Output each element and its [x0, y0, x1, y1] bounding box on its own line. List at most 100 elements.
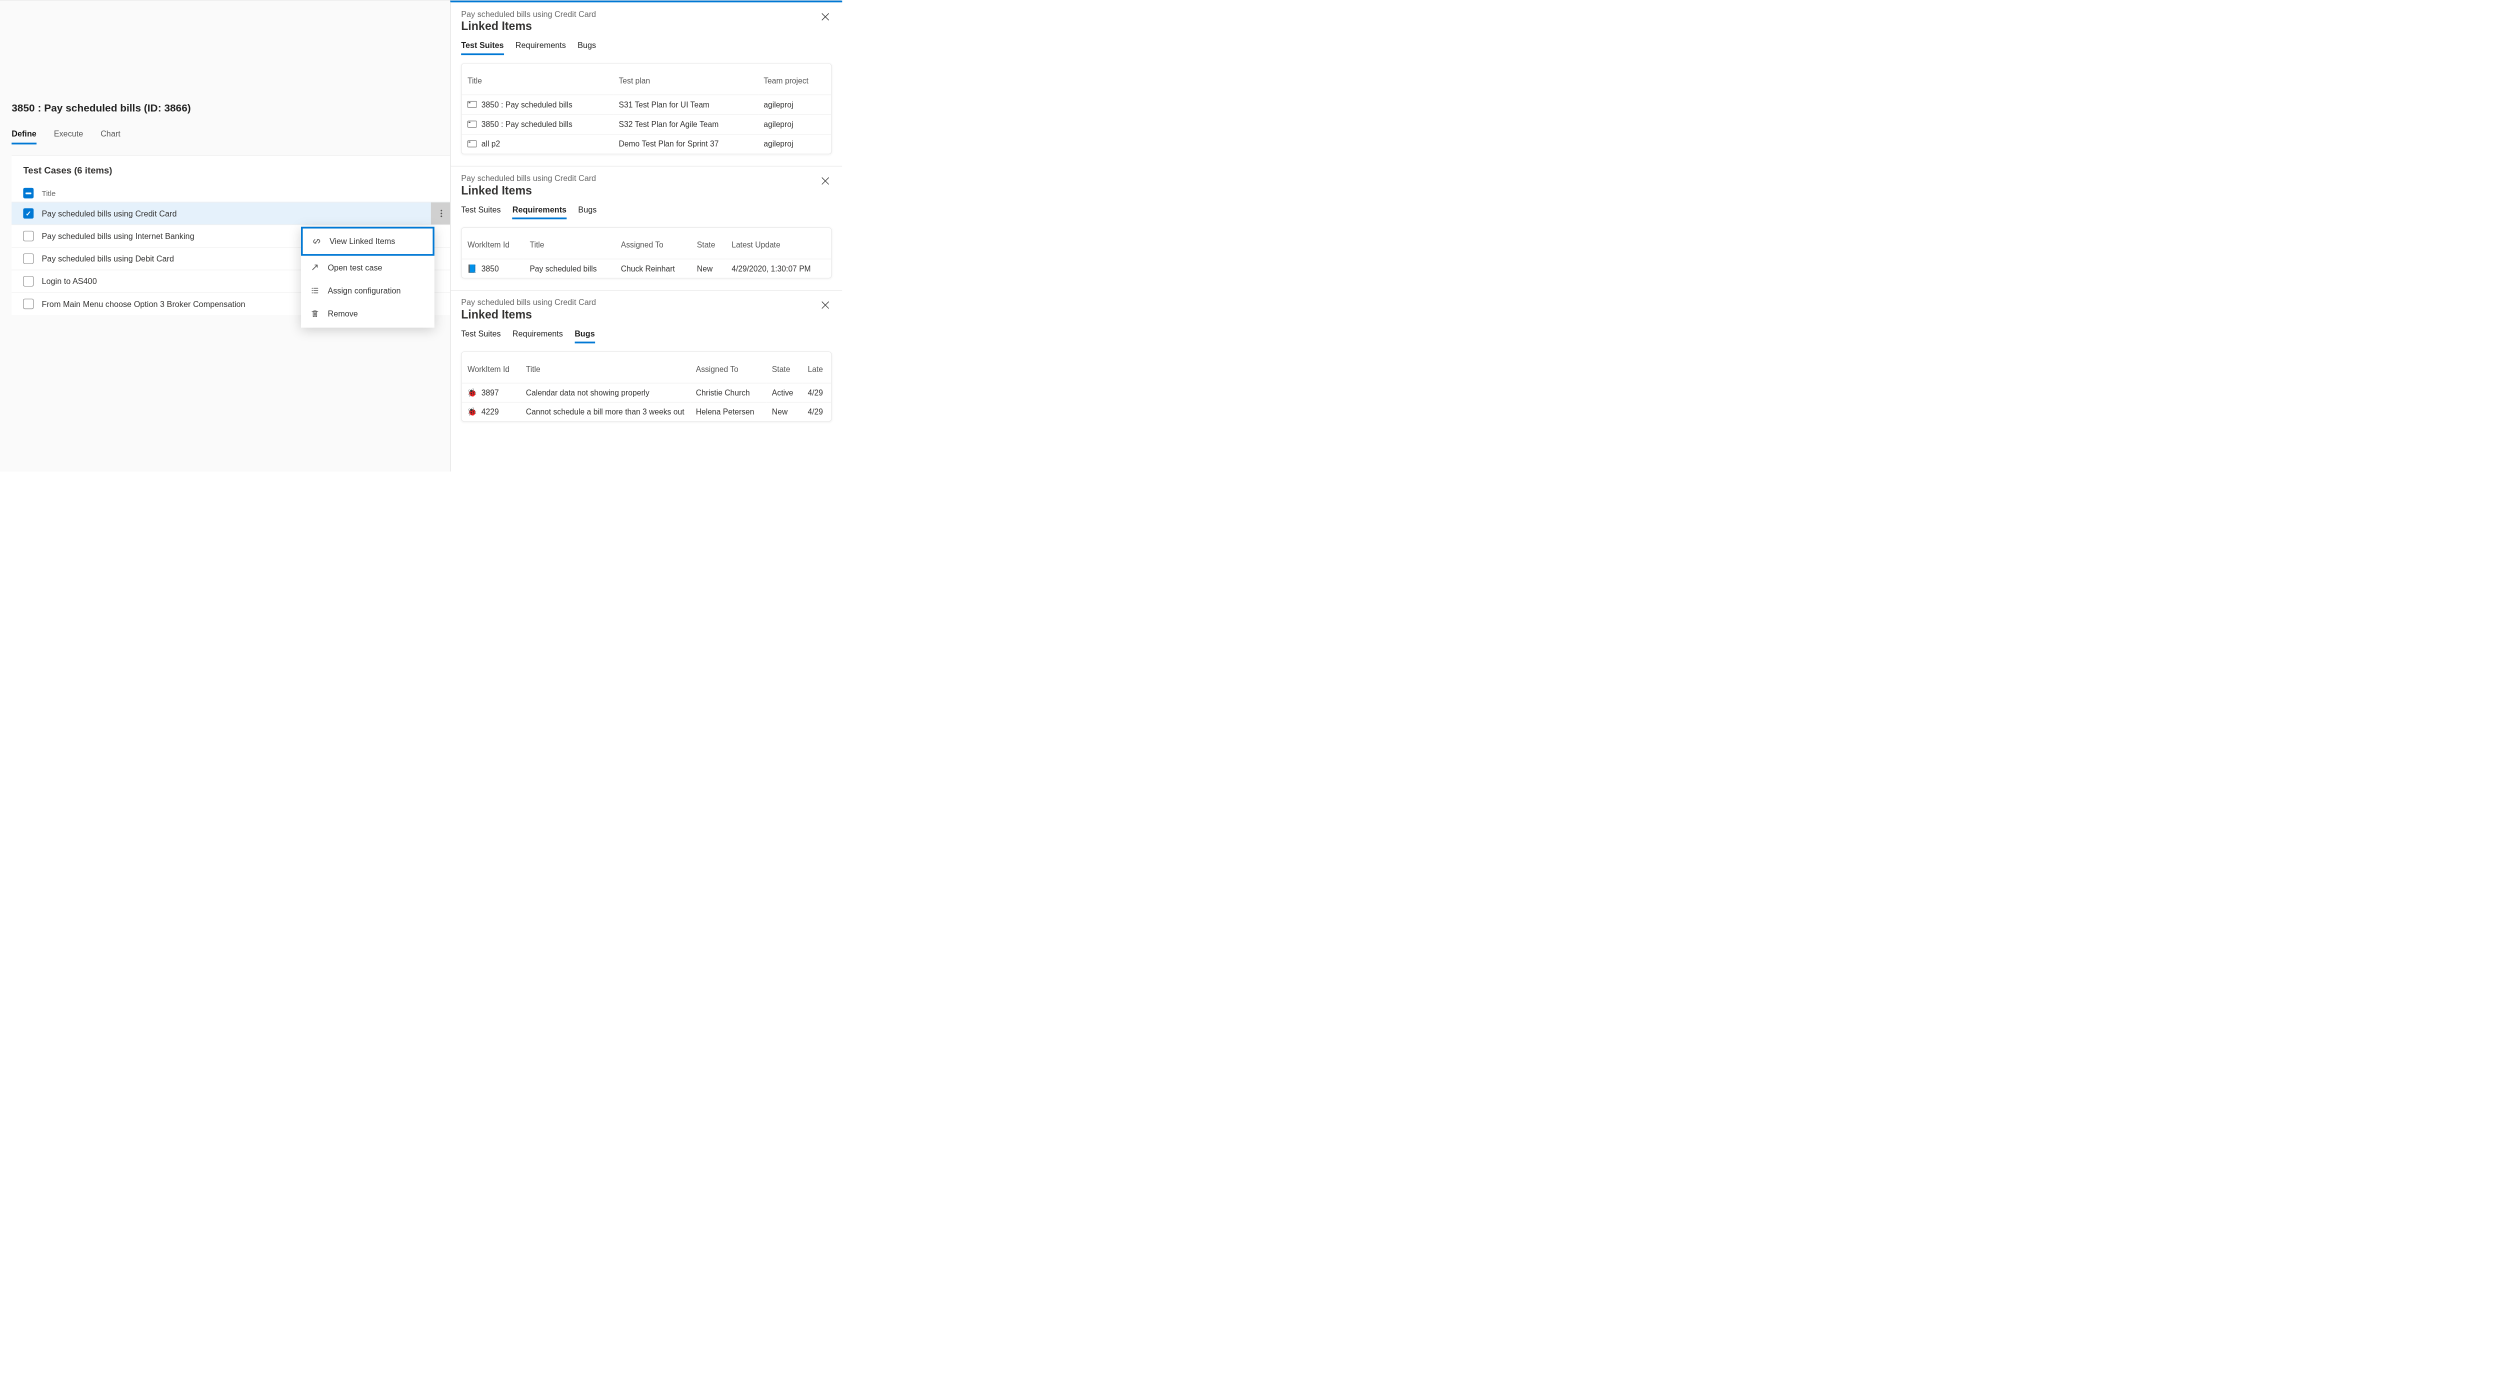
- bugs-table: WorkItem Id Title Assigned To State Late…: [461, 351, 832, 421]
- menu-view-linked-items[interactable]: View Linked Items: [301, 227, 434, 256]
- cell: S31 Test Plan for UI Team: [613, 95, 758, 115]
- close-icon[interactable]: [819, 299, 832, 312]
- cell: New: [691, 259, 726, 278]
- suite-icon: [467, 119, 476, 128]
- cell: 3850 : Pay scheduled bills: [481, 120, 572, 129]
- close-icon[interactable]: [819, 175, 832, 188]
- bug-icon: 🐞: [467, 407, 476, 416]
- cell: Demo Test Plan for Sprint 37: [613, 134, 758, 153]
- main-tabs: Define Execute Chart: [12, 129, 453, 145]
- cell: all p2: [481, 139, 500, 148]
- menu-label: View Linked Items: [329, 237, 395, 246]
- trash-icon: [310, 309, 319, 318]
- tab-execute[interactable]: Execute: [54, 129, 83, 145]
- tab-bugs[interactable]: Bugs: [575, 329, 595, 344]
- row-title: Pay scheduled bills using Credit Card: [42, 209, 177, 218]
- row-checkbox[interactable]: [23, 208, 33, 218]
- table-row[interactable]: all p2 Demo Test Plan for Sprint 37 agil…: [462, 134, 831, 153]
- col-title: Title: [462, 64, 613, 95]
- panel-tabs: Test Suites Requirements Bugs: [461, 205, 832, 220]
- tab-test-suites[interactable]: Test Suites: [461, 329, 501, 344]
- menu-label: Remove: [328, 309, 358, 318]
- cell: New: [766, 402, 802, 421]
- cell: Pay scheduled bills: [524, 259, 615, 278]
- suite-icon: [467, 100, 476, 109]
- col-latest-update: Late: [802, 352, 831, 383]
- breadcrumb: Pay scheduled bills using Credit Card: [461, 9, 832, 18]
- menu-assign-configuration[interactable]: Assign configuration: [301, 279, 434, 302]
- tab-bugs[interactable]: Bugs: [578, 41, 597, 56]
- tab-requirements[interactable]: Requirements: [512, 329, 563, 344]
- panel-title: Linked Items: [461, 184, 832, 197]
- table-row[interactable]: 🐞 4229 Cannot schedule a bill more than 3…: [462, 402, 831, 421]
- page-title: 3850 : Pay scheduled bills (ID: 3866): [12, 102, 453, 114]
- table-row[interactable]: 3850 : Pay scheduled bills S31 Test Plan…: [462, 95, 831, 115]
- table-row[interactable]: 3850 : Pay scheduled bills S32 Test Plan…: [462, 115, 831, 135]
- link-icon: [312, 237, 321, 246]
- cell: Helena Petersen: [690, 402, 766, 421]
- cell: 3850: [481, 264, 498, 273]
- linked-items-panel-bugs: Pay scheduled bills using Credit Card Li…: [451, 291, 843, 422]
- tab-define[interactable]: Define: [12, 129, 37, 145]
- tab-test-suites[interactable]: Test Suites: [461, 41, 504, 56]
- cell: Active: [766, 383, 802, 402]
- linked-items-panel-requirements: Pay scheduled bills using Credit Card Li…: [451, 166, 843, 290]
- row-title: Login to AS400: [42, 277, 97, 286]
- row-checkbox[interactable]: [23, 253, 33, 263]
- col-workitem-id: WorkItem Id: [462, 228, 524, 259]
- col-latest-update: Latest Update: [726, 228, 831, 259]
- panel-tabs: Test Suites Requirements Bugs: [461, 329, 832, 344]
- requirement-icon: 📘: [467, 264, 476, 273]
- row-checkbox[interactable]: [23, 231, 33, 241]
- cell: 3897: [481, 388, 498, 397]
- cell: agileproj: [758, 115, 831, 135]
- tab-requirements[interactable]: Requirements: [515, 41, 566, 56]
- row-checkbox[interactable]: [23, 276, 33, 286]
- col-test-plan: Test plan: [613, 64, 758, 95]
- suite-icon: [467, 139, 476, 148]
- cell: 4/29: [802, 402, 831, 421]
- row-title: From Main Menu choose Option 3 Broker Co…: [42, 299, 246, 308]
- table-row[interactable]: 📘3850 Pay scheduled bills Chuck Reinhart…: [462, 259, 831, 278]
- test-cases-header: Title: [12, 184, 452, 201]
- cell: 3850 : Pay scheduled bills: [481, 100, 572, 109]
- tab-requirements[interactable]: Requirements: [512, 205, 566, 220]
- cell: agileproj: [758, 95, 831, 115]
- table-row[interactable]: Pay scheduled bills using Credit Card: [12, 202, 452, 225]
- row-title: Pay scheduled bills using Debit Card: [42, 254, 174, 263]
- col-team-project: Team project: [758, 64, 831, 95]
- test-suites-table: Title Test plan Team project 3850 : Pay …: [461, 63, 832, 154]
- test-cases-heading: Test Cases (6 items): [12, 156, 452, 184]
- menu-label: Open test case: [328, 263, 383, 272]
- row-title: Pay scheduled bills using Internet Banki…: [42, 231, 195, 240]
- tab-bugs[interactable]: Bugs: [578, 205, 597, 220]
- menu-remove[interactable]: Remove: [301, 302, 434, 325]
- menu-open-test-case[interactable]: Open test case: [301, 256, 434, 279]
- tab-chart[interactable]: Chart: [101, 129, 121, 145]
- cell: S32 Test Plan for Agile Team: [613, 115, 758, 135]
- breadcrumb: Pay scheduled bills using Credit Card: [461, 173, 832, 182]
- menu-label: Assign configuration: [328, 286, 401, 295]
- row-checkbox[interactable]: [23, 299, 33, 309]
- panel-title: Linked Items: [461, 309, 832, 322]
- requirements-table: WorkItem Id Title Assigned To State Late…: [461, 227, 832, 278]
- title-col-header: Title: [42, 189, 56, 198]
- col-title: Title: [524, 228, 615, 259]
- cell: Christie Church: [690, 383, 766, 402]
- select-all-checkbox[interactable]: [23, 188, 33, 198]
- col-assigned-to: Assigned To: [690, 352, 766, 383]
- cell: Cannot schedule a bill more than 3 weeks…: [520, 402, 690, 421]
- cell: agileproj: [758, 134, 831, 153]
- close-icon[interactable]: [819, 10, 832, 23]
- cell: 4/29: [802, 383, 831, 402]
- row-more-button[interactable]: [431, 202, 452, 224]
- linked-items-panel-test-suites: Pay scheduled bills using Credit Card Li…: [451, 2, 843, 166]
- panel-title: Linked Items: [461, 20, 832, 33]
- panel-tabs: Test Suites Requirements Bugs: [461, 41, 832, 56]
- cell: 4229: [481, 407, 498, 416]
- table-row[interactable]: 🐞3897 Calendar data not showing properly…: [462, 383, 831, 402]
- col-assigned-to: Assigned To: [615, 228, 691, 259]
- list-icon: [310, 286, 319, 295]
- col-state: State: [691, 228, 726, 259]
- tab-test-suites[interactable]: Test Suites: [461, 205, 501, 220]
